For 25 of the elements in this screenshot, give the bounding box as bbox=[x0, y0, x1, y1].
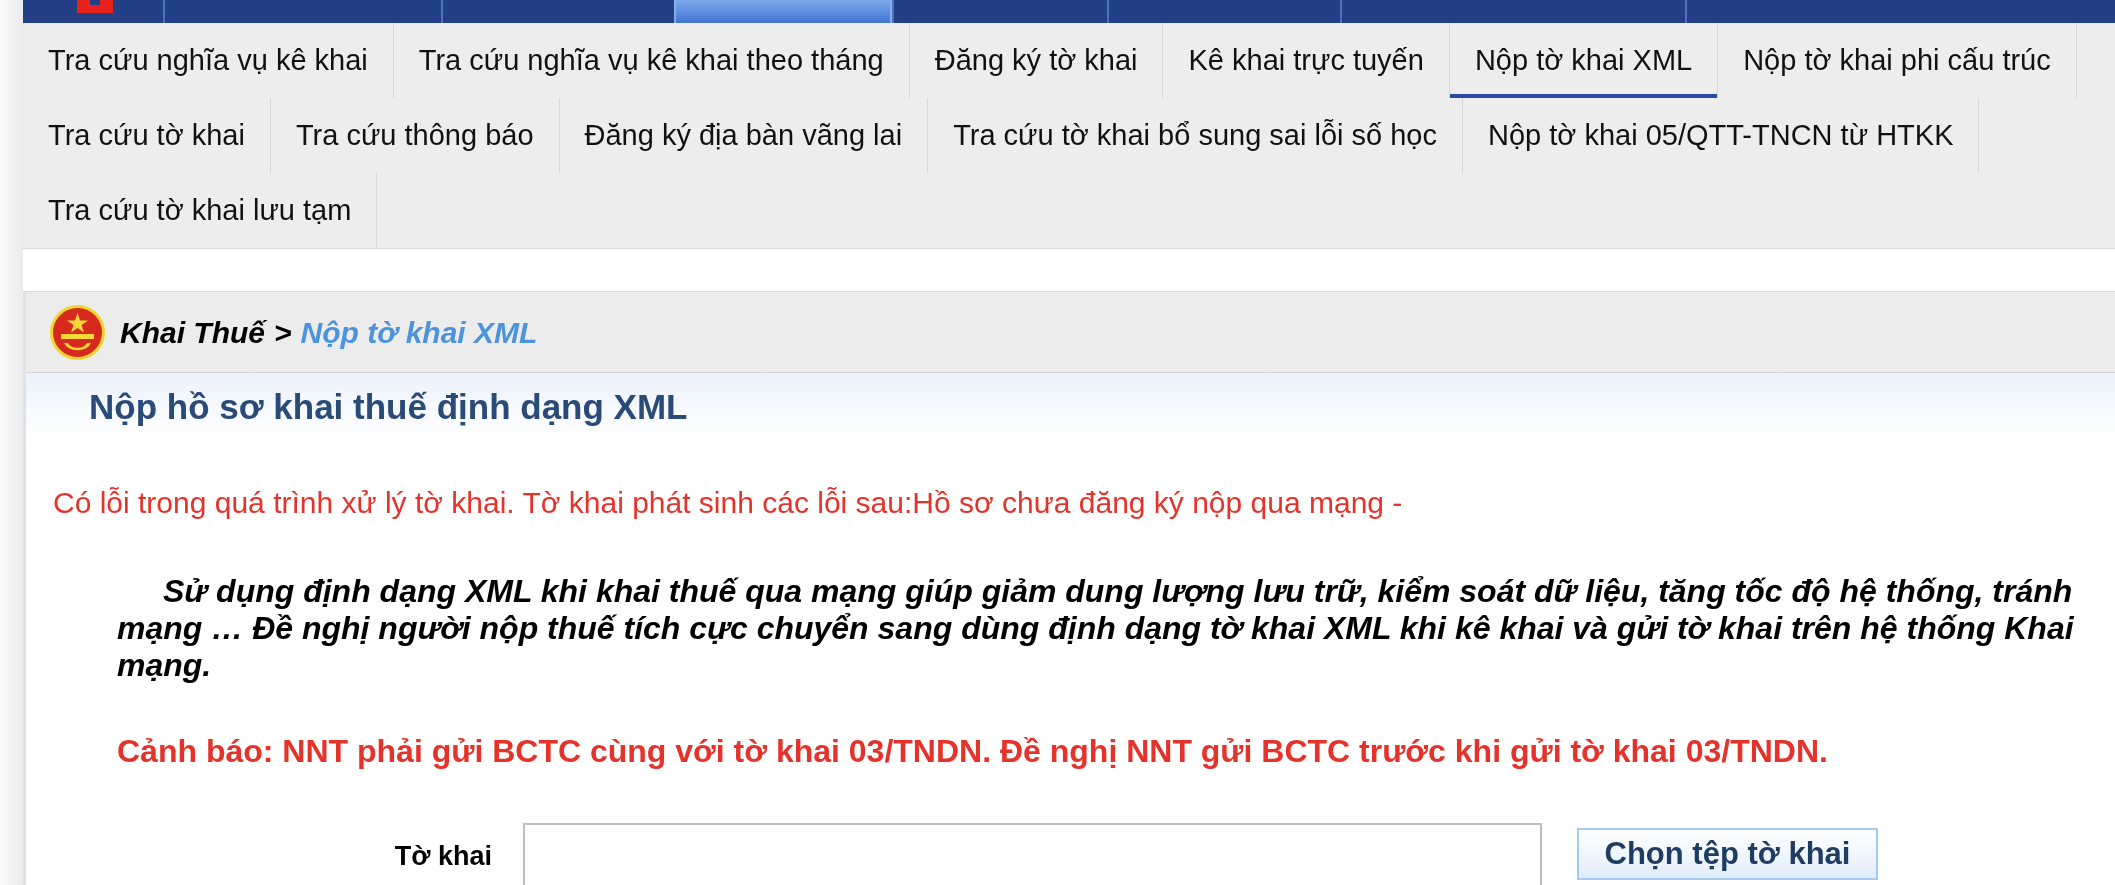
submenu-tab[interactable]: Tra cứu tờ khai bbox=[23, 98, 271, 173]
submenu-tab[interactable]: Tra cứu nghĩa vụ kê khai theo tháng bbox=[393, 23, 910, 98]
breadcrumb-current: Nộp tờ khai XML bbox=[300, 314, 538, 351]
submenu-tab[interactable]: Kê khai trực tuyến bbox=[1163, 23, 1450, 98]
xml-notice: Sử dụng định dạng XML khi khai thuế qua mạng giúp giảm dung lượng lưu trữ, kiểm soát dữ liệu, tăng tốc độ hệ thống, tránh mạng … Đề nghị người nộp thuế tích cực chuyển sang dùng định dạng tờ khai XML khi kê khai và gửi tờ khai trên hệ thống Khai mạng. bbox=[117, 573, 2075, 684]
submenu-tab[interactable]: Tra cứu tờ khai bổ sung sai lỗi số học bbox=[928, 98, 1463, 173]
breadcrumb-link[interactable]: Khai Thuế bbox=[120, 309, 265, 355]
field-label: Tờ khai bbox=[394, 840, 492, 873]
page-title: Nộp hồ sơ khai thuế định dạng XML bbox=[89, 386, 689, 428]
file-path-field[interactable] bbox=[523, 823, 1542, 885]
submenu-tab[interactable]: Tra cứu nghĩa vụ kê khai bbox=[23, 23, 394, 98]
breadcrumb-separator: > bbox=[274, 314, 292, 351]
choose-file-button[interactable]: Chọn tệp tờ khai bbox=[1577, 828, 1878, 880]
submenu-tab[interactable]: Tra cứu thông báo bbox=[270, 98, 560, 173]
submenu-tab[interactable]: Đăng ký tờ khai bbox=[909, 23, 1164, 98]
submenu-tab[interactable]: Nộp tờ khai XML bbox=[1449, 23, 1719, 98]
error-message: Có lỗi trong quá trình xử lý tờ khai. Tờ khai phát sinh các lỗi sau:Hồ sơ chưa đăng ký nộp qua mạng - bbox=[53, 485, 1404, 520]
submenu-tab[interactable]: Nộp tờ khai 05/QTT-TNCN từ HTKK bbox=[1463, 98, 1980, 173]
submenu-tab[interactable]: Nộp tờ khai phi cấu trúc bbox=[1718, 23, 2077, 98]
submenu-tab[interactable]: Tra cứu tờ khai lưu tạm bbox=[23, 173, 378, 248]
nav-tab[interactable] bbox=[674, 0, 892, 23]
emblem-icon bbox=[50, 304, 105, 360]
logo-icon[interactable] bbox=[77, 0, 113, 13]
warning-message: Cảnh báo: NNT phải gửi BCTC cùng với tờ khai 03/TNDN. Đề nghị NNT gửi BCTC trước khi gửi tờ khai 03/TNDN. bbox=[117, 734, 1829, 769]
submenu-tab[interactable]: Đăng ký địa bàn vãng lai bbox=[559, 98, 929, 173]
